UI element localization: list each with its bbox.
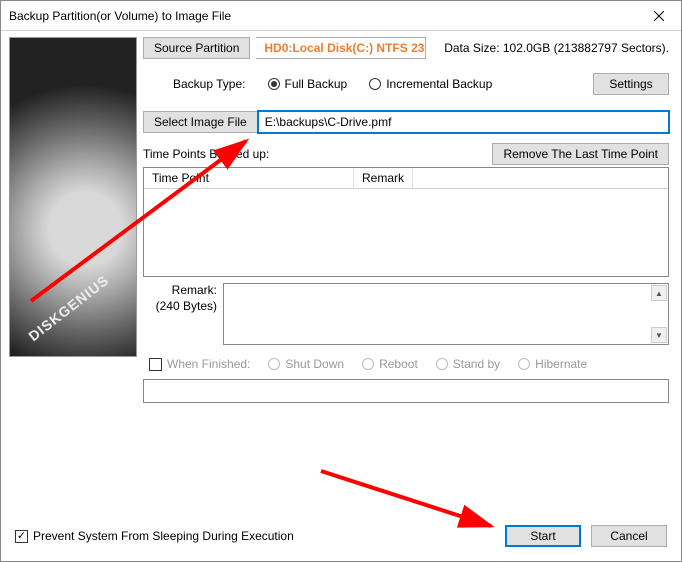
- remark-label: Remark:(240 Bytes): [143, 283, 217, 345]
- cancel-button[interactable]: Cancel: [591, 525, 667, 547]
- disk-illustration: [9, 37, 137, 357]
- window-title: Backup Partition(or Volume) to Image Fil…: [9, 9, 231, 23]
- shutdown-radio: Shut Down: [268, 357, 344, 371]
- col-time-point[interactable]: Time Point: [144, 168, 354, 188]
- backup-dialog: Backup Partition(or Volume) to Image Fil…: [0, 0, 682, 562]
- remove-last-time-point-button[interactable]: Remove The Last Time Point: [492, 143, 669, 165]
- progress-bar: [143, 379, 669, 403]
- when-finished-checkbox[interactable]: When Finished:: [149, 357, 250, 371]
- time-points-table[interactable]: Time Point Remark: [143, 167, 669, 277]
- select-image-file-button[interactable]: Select Image File: [143, 111, 258, 133]
- data-size-label: Data Size: 102.0GB (213882797 Sectors).: [444, 41, 669, 55]
- scroll-up-icon[interactable]: ▲: [651, 285, 667, 301]
- table-header: Time Point Remark: [144, 168, 668, 189]
- standby-radio: Stand by: [436, 357, 500, 371]
- incremental-backup-radio[interactable]: Incremental Backup: [369, 77, 492, 91]
- source-partition-button[interactable]: Source Partition: [143, 37, 250, 59]
- backup-type-label: Backup Type:: [173, 77, 246, 91]
- radio-icon: [436, 358, 448, 370]
- scroll-down-icon[interactable]: ▼: [651, 327, 667, 343]
- hibernate-radio: Hibernate: [518, 357, 587, 371]
- radio-icon: [518, 358, 530, 370]
- col-remark[interactable]: Remark: [354, 168, 413, 188]
- source-partition-value: HD0:Local Disk(C:) NTFS 237.: [256, 37, 426, 59]
- prevent-sleep-checkbox[interactable]: Prevent System From Sleeping During Exec…: [15, 529, 294, 543]
- reboot-radio: Reboot: [362, 357, 418, 371]
- time-points-label: Time Points Backed up:: [143, 147, 492, 161]
- image-file-path-input[interactable]: [258, 111, 669, 133]
- titlebar: Backup Partition(or Volume) to Image Fil…: [1, 1, 681, 31]
- settings-button[interactable]: Settings: [593, 73, 669, 95]
- radio-icon: [362, 358, 374, 370]
- full-backup-radio[interactable]: Full Backup: [268, 77, 348, 91]
- start-button[interactable]: Start: [505, 525, 581, 547]
- remark-textarea[interactable]: ▲ ▼: [223, 283, 669, 345]
- checkbox-icon: [149, 358, 162, 371]
- radio-icon: [369, 78, 381, 90]
- close-icon[interactable]: [636, 1, 681, 31]
- checkbox-icon: [15, 530, 28, 543]
- radio-icon: [268, 358, 280, 370]
- radio-icon: [268, 78, 280, 90]
